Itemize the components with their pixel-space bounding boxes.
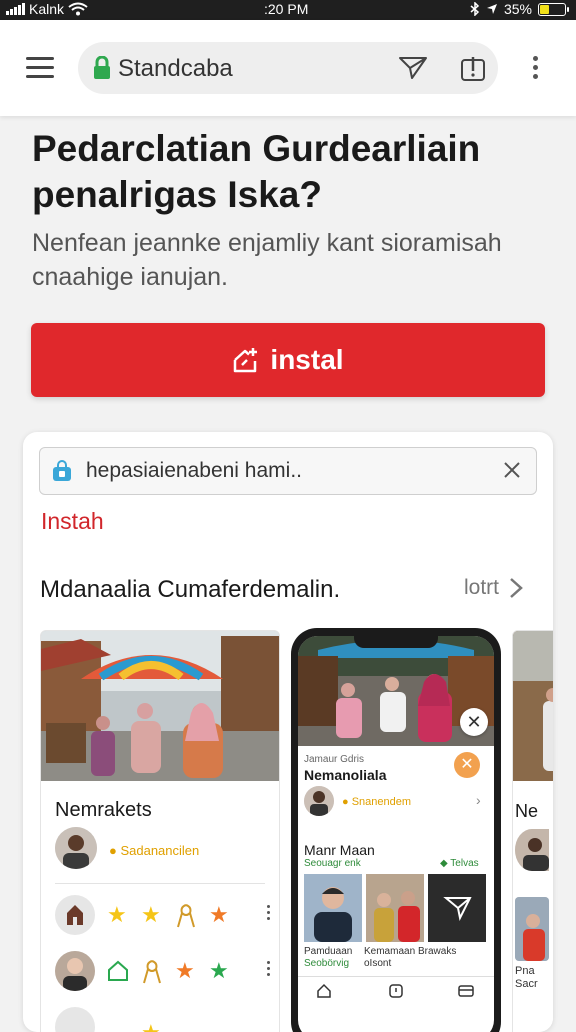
caption: Pamduaan — [304, 946, 353, 957]
install-button[interactable]: instal — [31, 323, 545, 397]
clear-icon[interactable] — [502, 460, 522, 480]
chevron-right-icon[interactable]: › — [476, 792, 481, 808]
card-icon[interactable] — [458, 983, 474, 999]
house-icon — [55, 895, 95, 935]
partial-caption-line1: Pna — [515, 965, 535, 977]
send-icon[interactable] — [398, 55, 428, 81]
avatar — [55, 1007, 95, 1032]
phone-small-label: Jamaur Gdris — [304, 754, 365, 765]
bluetooth-icon — [470, 2, 480, 16]
share-icon[interactable] — [460, 54, 486, 82]
address-bar[interactable]: Standcaba — [78, 42, 498, 94]
battery-percent: 35% — [503, 1, 532, 17]
phone-sub-left: Seouagr enk — [304, 858, 361, 869]
home-plus-icon — [234, 348, 258, 373]
phone-sub-right-label: Telvas — [450, 858, 479, 869]
chevron-right-icon — [510, 578, 523, 598]
phone-mockup: ✕ ✕ Jamaur Gdris Nemanoliala ● Snanendem… — [291, 628, 501, 1032]
url-text[interactable]: Standcaba — [118, 55, 233, 83]
thumbnail — [515, 897, 549, 961]
signal-icon — [6, 3, 25, 15]
ribbon-icon[interactable] — [175, 903, 197, 929]
phone-tag-label: Snanendem — [351, 796, 412, 808]
location-icon — [486, 4, 497, 14]
partial-caption-line2: Sacr — [515, 978, 538, 990]
close-icon[interactable]: ✕ — [460, 708, 488, 736]
phone-subhead: Manr Maan — [304, 842, 375, 858]
page-title: Pedarclatian Gurdearliain penalrigas Isk… — [32, 128, 481, 215]
ribbon-icon[interactable] — [141, 959, 163, 985]
thumbnail[interactable] — [304, 874, 362, 942]
partial-photo — [513, 631, 553, 781]
divider — [55, 883, 265, 884]
timer-icon[interactable] — [388, 983, 404, 999]
close-icon[interactable]: ✕ — [454, 752, 480, 778]
market-tag-label: Sadanancilen — [120, 843, 200, 858]
list-item[interactable]: ★ ★ ★ — [55, 895, 279, 939]
menu-icon[interactable] — [26, 57, 54, 79]
phone-sub-right: ◆ Telvas — [440, 858, 479, 869]
star-icon[interactable]: ★ — [209, 959, 229, 983]
phone-screen: ✕ ✕ Jamaur Gdris Nemanoliala ● Snanendem… — [298, 636, 494, 1032]
phone-title: Nemanoliala — [304, 767, 387, 783]
partial-title: Ne — [515, 801, 539, 821]
search-input[interactable]: hepasiaienabeni hami.. — [39, 447, 537, 495]
page-subtitle: Nenfean jeannke enjamliy kant sioramisah… — [32, 229, 502, 291]
list-item[interactable]: ★ ★ — [55, 951, 279, 995]
home-icon[interactable] — [316, 983, 332, 999]
avatar — [304, 786, 334, 816]
caption: Brawaks — [418, 946, 457, 957]
carrier-label: Kalnk — [29, 1, 65, 17]
more-icon[interactable] — [267, 961, 271, 979]
star-icon[interactable]: ★ — [141, 1021, 161, 1032]
market-title: Nemrakets — [55, 799, 152, 821]
instah-label[interactable]: Instah — [41, 508, 104, 535]
install-label: instal — [270, 344, 344, 375]
phone-nav-bar — [298, 976, 494, 1005]
phone-notch — [354, 636, 438, 648]
caption: oIsont — [364, 958, 392, 969]
clock: :20 PM — [264, 1, 309, 17]
avatar — [55, 827, 97, 869]
caption: Kemamaan — [364, 946, 416, 957]
wifi-icon — [68, 2, 88, 16]
kebab-icon[interactable] — [532, 56, 540, 82]
list-item[interactable]: ★ — [55, 1007, 279, 1032]
star-icon[interactable]: ★ — [141, 903, 161, 927]
market-tag: ● Sadanancilen — [109, 843, 200, 858]
see-all-link[interactable]: lotrt — [464, 576, 523, 600]
caption: Seobörvig — [304, 958, 350, 969]
star-icon[interactable]: ★ — [209, 903, 229, 927]
see-all-label: lotrt — [464, 576, 500, 599]
phone-tag: ● Snanendem — [342, 796, 412, 808]
phone-thumbnails — [304, 874, 488, 942]
lock-icon — [94, 56, 110, 79]
market-photo — [41, 631, 279, 781]
star-icon[interactable]: ★ — [107, 903, 127, 927]
partial-card[interactable]: Ne Pna Sacr — [512, 630, 553, 1032]
market-card[interactable]: Nemrakets ● Sadanancilen ★ ★ ★ ★ ★ — [40, 630, 280, 1032]
search-text[interactable]: hepasiaienabeni hami.. — [86, 459, 302, 483]
partial-caption: Pna Sacr — [515, 965, 538, 991]
browser-toolbar: Standcaba — [0, 20, 576, 116]
more-icon[interactable] — [267, 905, 271, 923]
star-icon[interactable]: ★ — [175, 959, 195, 983]
home-outline-icon[interactable] — [107, 959, 129, 983]
section-heading: Mdanaalia Cumaferdemalin. — [40, 576, 341, 603]
avatar — [515, 829, 549, 871]
thumbnail[interactable] — [428, 874, 486, 942]
battery-icon — [538, 2, 569, 16]
status-bar: Kalnk :20 PM 35% — [0, 0, 576, 20]
avatar — [55, 951, 95, 991]
bag-icon — [53, 460, 71, 481]
thumbnail[interactable] — [366, 874, 424, 942]
store-card: hepasiaienabeni hami.. Instah Mdanaalia … — [23, 432, 553, 1032]
